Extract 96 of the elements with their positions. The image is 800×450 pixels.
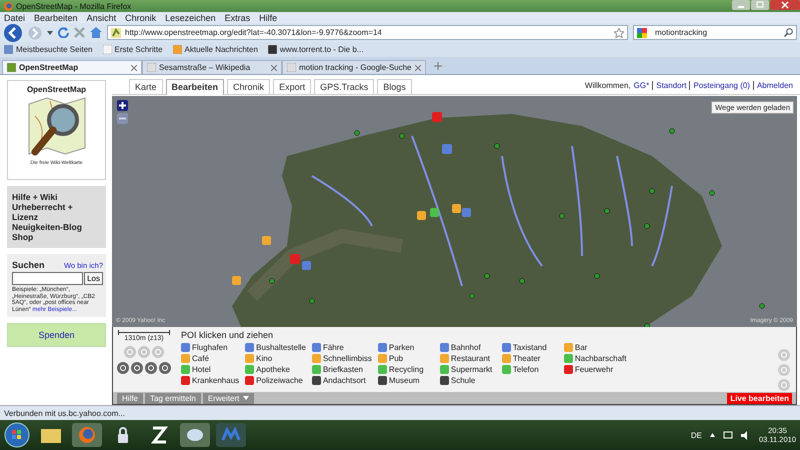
poi-item[interactable]: Bushaltestelle	[245, 342, 306, 353]
search-field[interactable]: motiontracking	[633, 25, 797, 40]
browser-tab[interactable]: motion tracking - Google-Suche	[282, 60, 426, 74]
browser-tab[interactable]: Sesamstraße – Wikipedia	[142, 60, 282, 74]
new-tab-icon[interactable]	[432, 60, 444, 72]
nav-tab[interactable]: Chronik	[227, 78, 270, 94]
home-icon[interactable]	[90, 27, 102, 38]
poi-item[interactable]: Parken	[378, 342, 434, 353]
user-link[interactable]: GG*	[630, 80, 652, 90]
nav-tab[interactable]: Export	[273, 78, 312, 94]
site-icon	[111, 28, 121, 38]
sidebar-link[interactable]: Neuigkeiten-Blog	[12, 222, 82, 232]
search-button[interactable]: Los	[84, 272, 103, 285]
menu-item[interactable]: Extras	[224, 12, 250, 22]
maximize-icon[interactable]	[751, 0, 769, 10]
bookmark-icon	[4, 45, 13, 54]
live-edit-button[interactable]: Live bearbeiten	[727, 392, 792, 404]
poi-item[interactable]: Apotheke	[245, 364, 306, 375]
poi-item[interactable]: Bahnhof	[440, 342, 496, 353]
welcome-text: Willkommen,	[584, 80, 631, 90]
tray-arrow-icon[interactable]	[710, 433, 716, 437]
caret-icon	[243, 396, 250, 400]
poi-item[interactable]: Theater	[502, 354, 558, 364]
bookmark-icon	[102, 45, 112, 54]
firefox-icon	[4, 2, 13, 10]
poi-item[interactable]: Pub	[378, 354, 434, 364]
menu-item[interactable]: Datei	[4, 12, 26, 22]
poi-heading: POI klicken und ziehen	[181, 330, 274, 340]
search-input[interactable]	[12, 272, 84, 285]
status-text: Verbunden mit us.bc.yahoo.com...	[4, 408, 125, 418]
bookmark[interactable]: www.torrent.to - Die b...	[268, 45, 364, 54]
browser-tab[interactable]: OpenStreetMap	[2, 60, 142, 74]
bookmark[interactable]: Erste Schritte	[102, 45, 163, 54]
donate-button[interactable]: Spenden	[7, 323, 106, 347]
tab-favicon-icon	[287, 63, 296, 72]
sidebar-link[interactable]: Hilfe + Wiki	[12, 192, 58, 202]
poi-item[interactable]: Polizeiwache	[245, 376, 306, 386]
poi-item[interactable]: Flughafen	[181, 342, 240, 353]
minimize-icon[interactable]	[732, 0, 750, 10]
language-indicator[interactable]: DE	[690, 430, 702, 440]
poi-item[interactable]: Kino	[245, 354, 306, 364]
poi-item[interactable]: Fähre	[312, 342, 372, 353]
bookmark[interactable]: Meistbesuchte Seiten	[4, 45, 92, 54]
close-icon[interactable]	[770, 0, 800, 10]
caret-icon[interactable]	[47, 30, 53, 34]
poi-item[interactable]: Telefon	[502, 364, 558, 375]
nav-tab[interactable]: Blogs	[377, 78, 412, 94]
tab-favicon-icon	[7, 63, 16, 72]
firefox-icon[interactable]	[72, 423, 102, 447]
bookmark[interactable]: Aktuelle Nachrichten	[172, 45, 258, 54]
poi-item[interactable]: Krankenhaus	[181, 376, 240, 386]
nav-tab[interactable]: Karte	[129, 78, 163, 94]
poi-item[interactable]: Schule	[440, 376, 496, 386]
user-link[interactable]: Posteingang (0)	[689, 80, 753, 90]
poi-item[interactable]: Museum	[378, 376, 434, 386]
sidebar-link[interactable]: Urheberrecht + Lizenz	[12, 202, 101, 222]
poi-item[interactable]: Recycling	[378, 364, 434, 375]
reload-icon[interactable]	[58, 27, 69, 38]
close-icon[interactable]	[414, 64, 420, 70]
logo-title: OpenStreetMap	[26, 85, 86, 94]
poi-item[interactable]: Taxistand	[502, 342, 558, 353]
zoom-in-icon[interactable]	[117, 100, 128, 111]
poi-item[interactable]: Briefkasten	[312, 364, 372, 375]
search-icon[interactable]	[784, 28, 793, 37]
tab-favicon-icon	[147, 63, 156, 72]
poi-item[interactable]: Supermarkt	[440, 364, 496, 375]
start-icon[interactable]	[4, 422, 30, 448]
poi-item[interactable]: Nachbarschaft	[564, 354, 626, 364]
star-icon[interactable]	[614, 28, 624, 38]
poi-item[interactable]: Hotel	[181, 364, 240, 375]
nav-tab[interactable]: GPS.Tracks	[314, 78, 374, 94]
search-heading: Suchen	[12, 260, 45, 270]
address-bar[interactable]: http://www.openstreetmap.org/edit?lat=-40.3071&lon=-9.9776&zoom=14	[107, 25, 628, 40]
scale-bar-icon	[118, 330, 170, 335]
app-window-icon[interactable]	[216, 423, 246, 447]
menu-item[interactable]: Chronik	[125, 12, 156, 22]
poi-item[interactable]: Café	[181, 354, 240, 364]
user-link[interactable]: Standort	[652, 80, 690, 90]
window-title: OpenStreetMap - Mozilla Firefox	[16, 2, 132, 10]
bookmark-icon	[172, 45, 182, 54]
user-link[interactable]: Abmelden	[752, 80, 796, 90]
poi-item[interactable]: Bar	[564, 342, 626, 353]
poi-item[interactable]: Andachtsort	[312, 376, 372, 386]
poi-item[interactable]: Schnellimbiss	[312, 354, 372, 364]
sidebar-link[interactable]: Shop	[12, 232, 34, 242]
menu-item[interactable]: Hilfe	[259, 12, 278, 22]
close-icon[interactable]	[271, 64, 277, 70]
poi-item[interactable]: Feuerwehr	[564, 364, 626, 375]
poi-item[interactable]: Restaurant	[440, 354, 496, 364]
menu-item[interactable]: Lesezeichen	[165, 12, 216, 22]
menu-item[interactable]: Bearbeiten	[34, 12, 78, 22]
nav-tab[interactable]: Bearbeiten	[166, 78, 224, 95]
menu-item[interactable]: Ansicht	[86, 12, 116, 22]
bookmark-icon	[268, 45, 277, 54]
close-icon[interactable]	[131, 64, 137, 70]
back-icon[interactable]	[3, 24, 23, 42]
